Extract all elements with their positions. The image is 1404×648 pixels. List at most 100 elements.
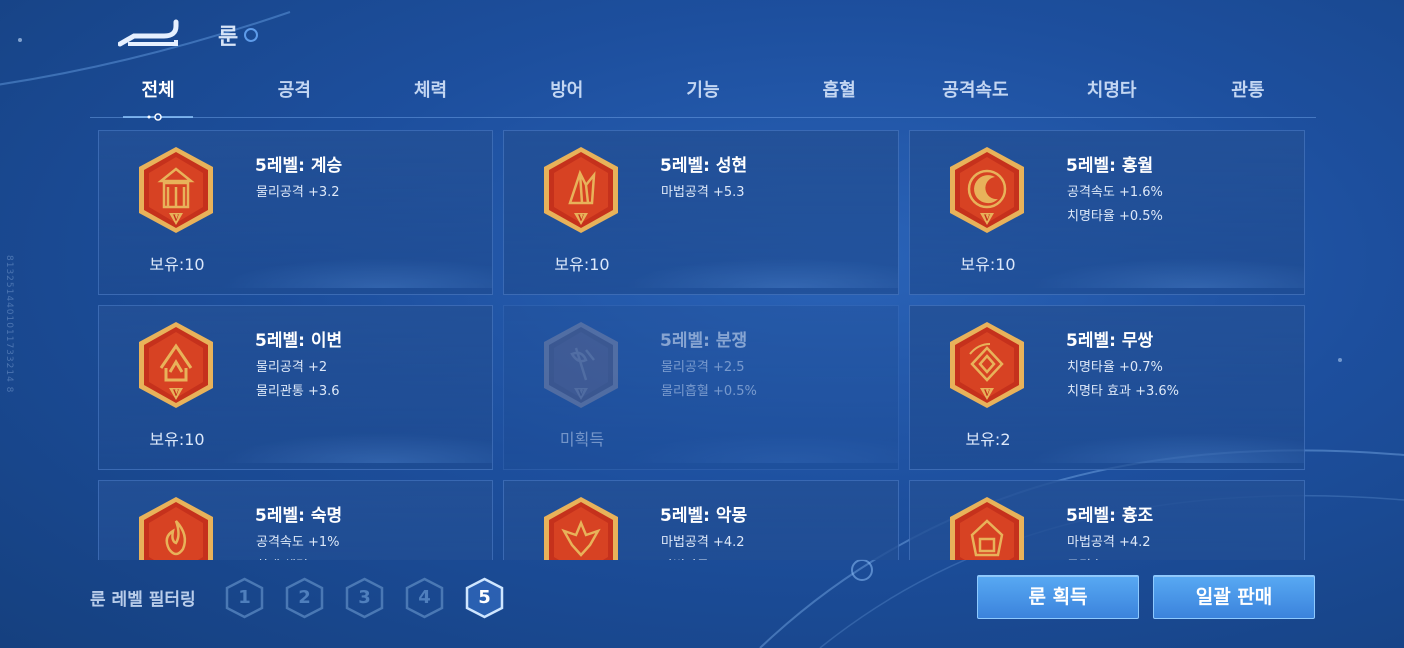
tab-label: 관통	[1231, 80, 1265, 101]
pillar-rune-icon: V	[139, 147, 213, 233]
rune-card[interactable]: V 5레벨: 계승물리공격 +3.2 보유:10	[98, 130, 493, 295]
rune-stat: 물리공격 +2	[256, 360, 328, 375]
axe-rune-icon: V	[544, 322, 618, 408]
tab-6[interactable]: 공격속도	[907, 76, 1043, 117]
rune-stats: 공격속도 +1% 최대 체력 +33.7	[256, 531, 352, 560]
shrine-rune-icon: V	[950, 497, 1024, 560]
rune-name: 5레벨: 무쌍	[1066, 331, 1154, 351]
acquire-rune-button[interactable]: 룬 획득	[977, 575, 1139, 619]
tab-label: 기능	[686, 80, 720, 101]
tab-5[interactable]: 흡혈	[771, 76, 907, 117]
rune-name: 5레벨: 성현	[660, 156, 748, 176]
tab-label: 전체	[141, 80, 175, 101]
rune-roman-numeral: V	[173, 213, 180, 223]
rune-stats: 치명타율 +0.7% 치명타 효과 +3.6%	[1067, 356, 1179, 404]
flame-rune-icon: V	[139, 497, 213, 560]
tab-3[interactable]: 방어	[499, 76, 635, 117]
rune-roman-numeral: V	[578, 213, 585, 223]
rune-stats: 물리공격 +2 물리관통 +3.6	[256, 356, 340, 404]
active-tab-indicator	[123, 113, 194, 121]
wing-crest-rune-icon: V	[544, 497, 618, 560]
level-filter-label-num: 5	[478, 587, 491, 608]
rune-name: 5레벨: 악몽	[660, 506, 748, 526]
rune-stats: 물리공격 +2.5 물리흡혈 +0.5%	[661, 356, 757, 404]
rune-owned-count: 보유:10	[149, 255, 205, 274]
tab-1[interactable]: 공격	[226, 76, 362, 117]
tab-8[interactable]: 관통	[1180, 76, 1316, 117]
rune-stat: 물리공격 +2.5	[661, 360, 745, 375]
rune-stat: 치명타율 +0.7%	[1067, 360, 1163, 375]
rune-roman-numeral: V	[984, 388, 991, 398]
rune-stats: 공격속도 +1.6% 치명타율 +0.5%	[1067, 181, 1163, 229]
rune-card[interactable]: V 5레벨: 이변물리공격 +2 물리관통 +3.6 보유:10	[98, 305, 493, 470]
rune-card[interactable]: V 5레벨: 흉조마법공격 +4.2 공격속도 +0.6%	[909, 480, 1305, 560]
rune-grid: V 5레벨: 계승물리공격 +3.2 보유:10 V 5레벨: 성현마법공격 +5.3 보…	[98, 130, 1308, 560]
level-filter-label-num: 4	[418, 587, 431, 608]
level-filter-1[interactable]: 1	[225, 577, 264, 619]
rune-stat: 최대 체력 +33.7	[256, 555, 352, 560]
tab-2[interactable]: 체력	[362, 76, 498, 117]
rune-roman-numeral: V	[173, 388, 180, 398]
rune-stat: 공격속도 +0.6%	[1067, 555, 1163, 560]
title-ring-icon	[244, 28, 259, 42]
tab-7[interactable]: 치명타	[1044, 76, 1180, 117]
rune-owned-count: 보유:2	[965, 430, 1011, 449]
rune-stat: 물리흡혈 +0.5%	[661, 384, 757, 399]
rune-stat: 물리공격 +3.2	[256, 185, 340, 200]
tab-label: 흡혈	[822, 80, 856, 101]
level-filter-label-num: 1	[238, 587, 251, 608]
tab-label: 치명타	[1086, 80, 1137, 101]
rune-stat: 공격속도 +1%	[256, 535, 340, 550]
category-tabs: 전체 공격 체력 방어 기능 흡혈 공격속도 치명타 관통	[90, 76, 1316, 121]
level-filter-4[interactable]: 4	[405, 577, 444, 619]
rune-stats: 물리공격 +3.2	[256, 181, 340, 205]
gate-rune-icon: V	[139, 322, 213, 408]
rune-name: 5레벨: 이변	[255, 331, 343, 351]
rune-stat: 치명타율 +0.5%	[1067, 209, 1163, 224]
rune-stat: 마법공격 +4.2	[661, 535, 745, 550]
rune-name: 5레벨: 숙명	[255, 506, 343, 526]
rune-stat: 마법공격 +4.2	[1067, 535, 1151, 550]
rune-card[interactable]: V 5레벨: 분쟁물리공격 +2.5 물리흡혈 +0.5% 미획득	[503, 305, 899, 470]
level-filter-2[interactable]: 2	[285, 577, 324, 619]
rune-roman-numeral: V	[984, 213, 991, 223]
level-filter-label: 룬 레벨 필터링	[90, 590, 196, 610]
rune-name: 5레벨: 분쟁	[660, 331, 748, 351]
rune-stat: 물리관통 +3.6	[256, 384, 340, 399]
rune-name: 5레벨: 흉조	[1066, 506, 1154, 526]
back-arrow-icon	[117, 19, 179, 47]
level-filter: 1 2 3 4 5	[225, 577, 504, 619]
rune-card[interactable]: V 5레벨: 성현 마법공격 +5.3 보유:10	[503, 130, 899, 295]
rune-card[interactable]: V 5레벨: 홍월 공격속도 +1.6% 치명타율 +0.5% 보유:10	[909, 130, 1305, 295]
tab-label: 공격속도	[942, 80, 1009, 101]
tab-label: 체력	[413, 80, 448, 101]
build-code: 8132514401011733214 8	[4, 255, 14, 394]
rune-stats: 마법공격 +4.2 공격속도 +0.6%	[1067, 531, 1163, 560]
level-filter-label-num: 2	[298, 587, 311, 608]
rune-stat: 공격속도 +1.6%	[1067, 185, 1163, 200]
level-filter-label-num: 3	[358, 587, 371, 608]
header: 룬	[117, 18, 259, 52]
rune-list[interactable]: V 5레벨: 계승물리공격 +3.2 보유:10 V 5레벨: 성현마법공격 +5.3 보…	[98, 130, 1308, 560]
rune-card[interactable]: V 5레벨: 무쌍치명타율 +0.7% 치명타 효과 +3.6% 보유:2	[909, 305, 1305, 470]
crystal-rune-icon: V	[544, 147, 618, 233]
back-button[interactable]	[117, 18, 182, 52]
rune-stat: 치명타 효과 +3.6%	[1067, 384, 1179, 399]
tab-label: 공격	[277, 80, 311, 101]
diamond-swirl-rune-icon: V	[950, 322, 1024, 408]
page-title: 룬	[218, 25, 239, 50]
sell-all-button[interactable]: 일괄 판매	[1153, 575, 1315, 619]
rune-name: 5레벨: 계승	[255, 156, 343, 176]
tab-4[interactable]: 기능	[635, 76, 771, 117]
rune-card[interactable]: V 5레벨: 숙명공격속도 +1% 최대 체력 +33.7	[98, 480, 493, 560]
level-filter-5[interactable]: 5	[465, 577, 504, 619]
level-filter-3[interactable]: 3	[345, 577, 384, 619]
rune-card[interactable]: V 5레벨: 악몽마법공격 +4.2 마법관통 +2.4	[503, 480, 899, 560]
rune-owned-count: 미획득	[559, 430, 605, 449]
rune-stats: 마법공격 +5.3	[661, 181, 745, 205]
rune-owned-count: 보유:10	[960, 255, 1016, 274]
rune-owned-count: 보유:10	[149, 430, 205, 449]
tab-0[interactable]: 전체	[90, 76, 226, 121]
tab-label: 방어	[550, 80, 584, 101]
rune-stats: 마법공격 +4.2 마법관통 +2.4	[661, 531, 745, 560]
